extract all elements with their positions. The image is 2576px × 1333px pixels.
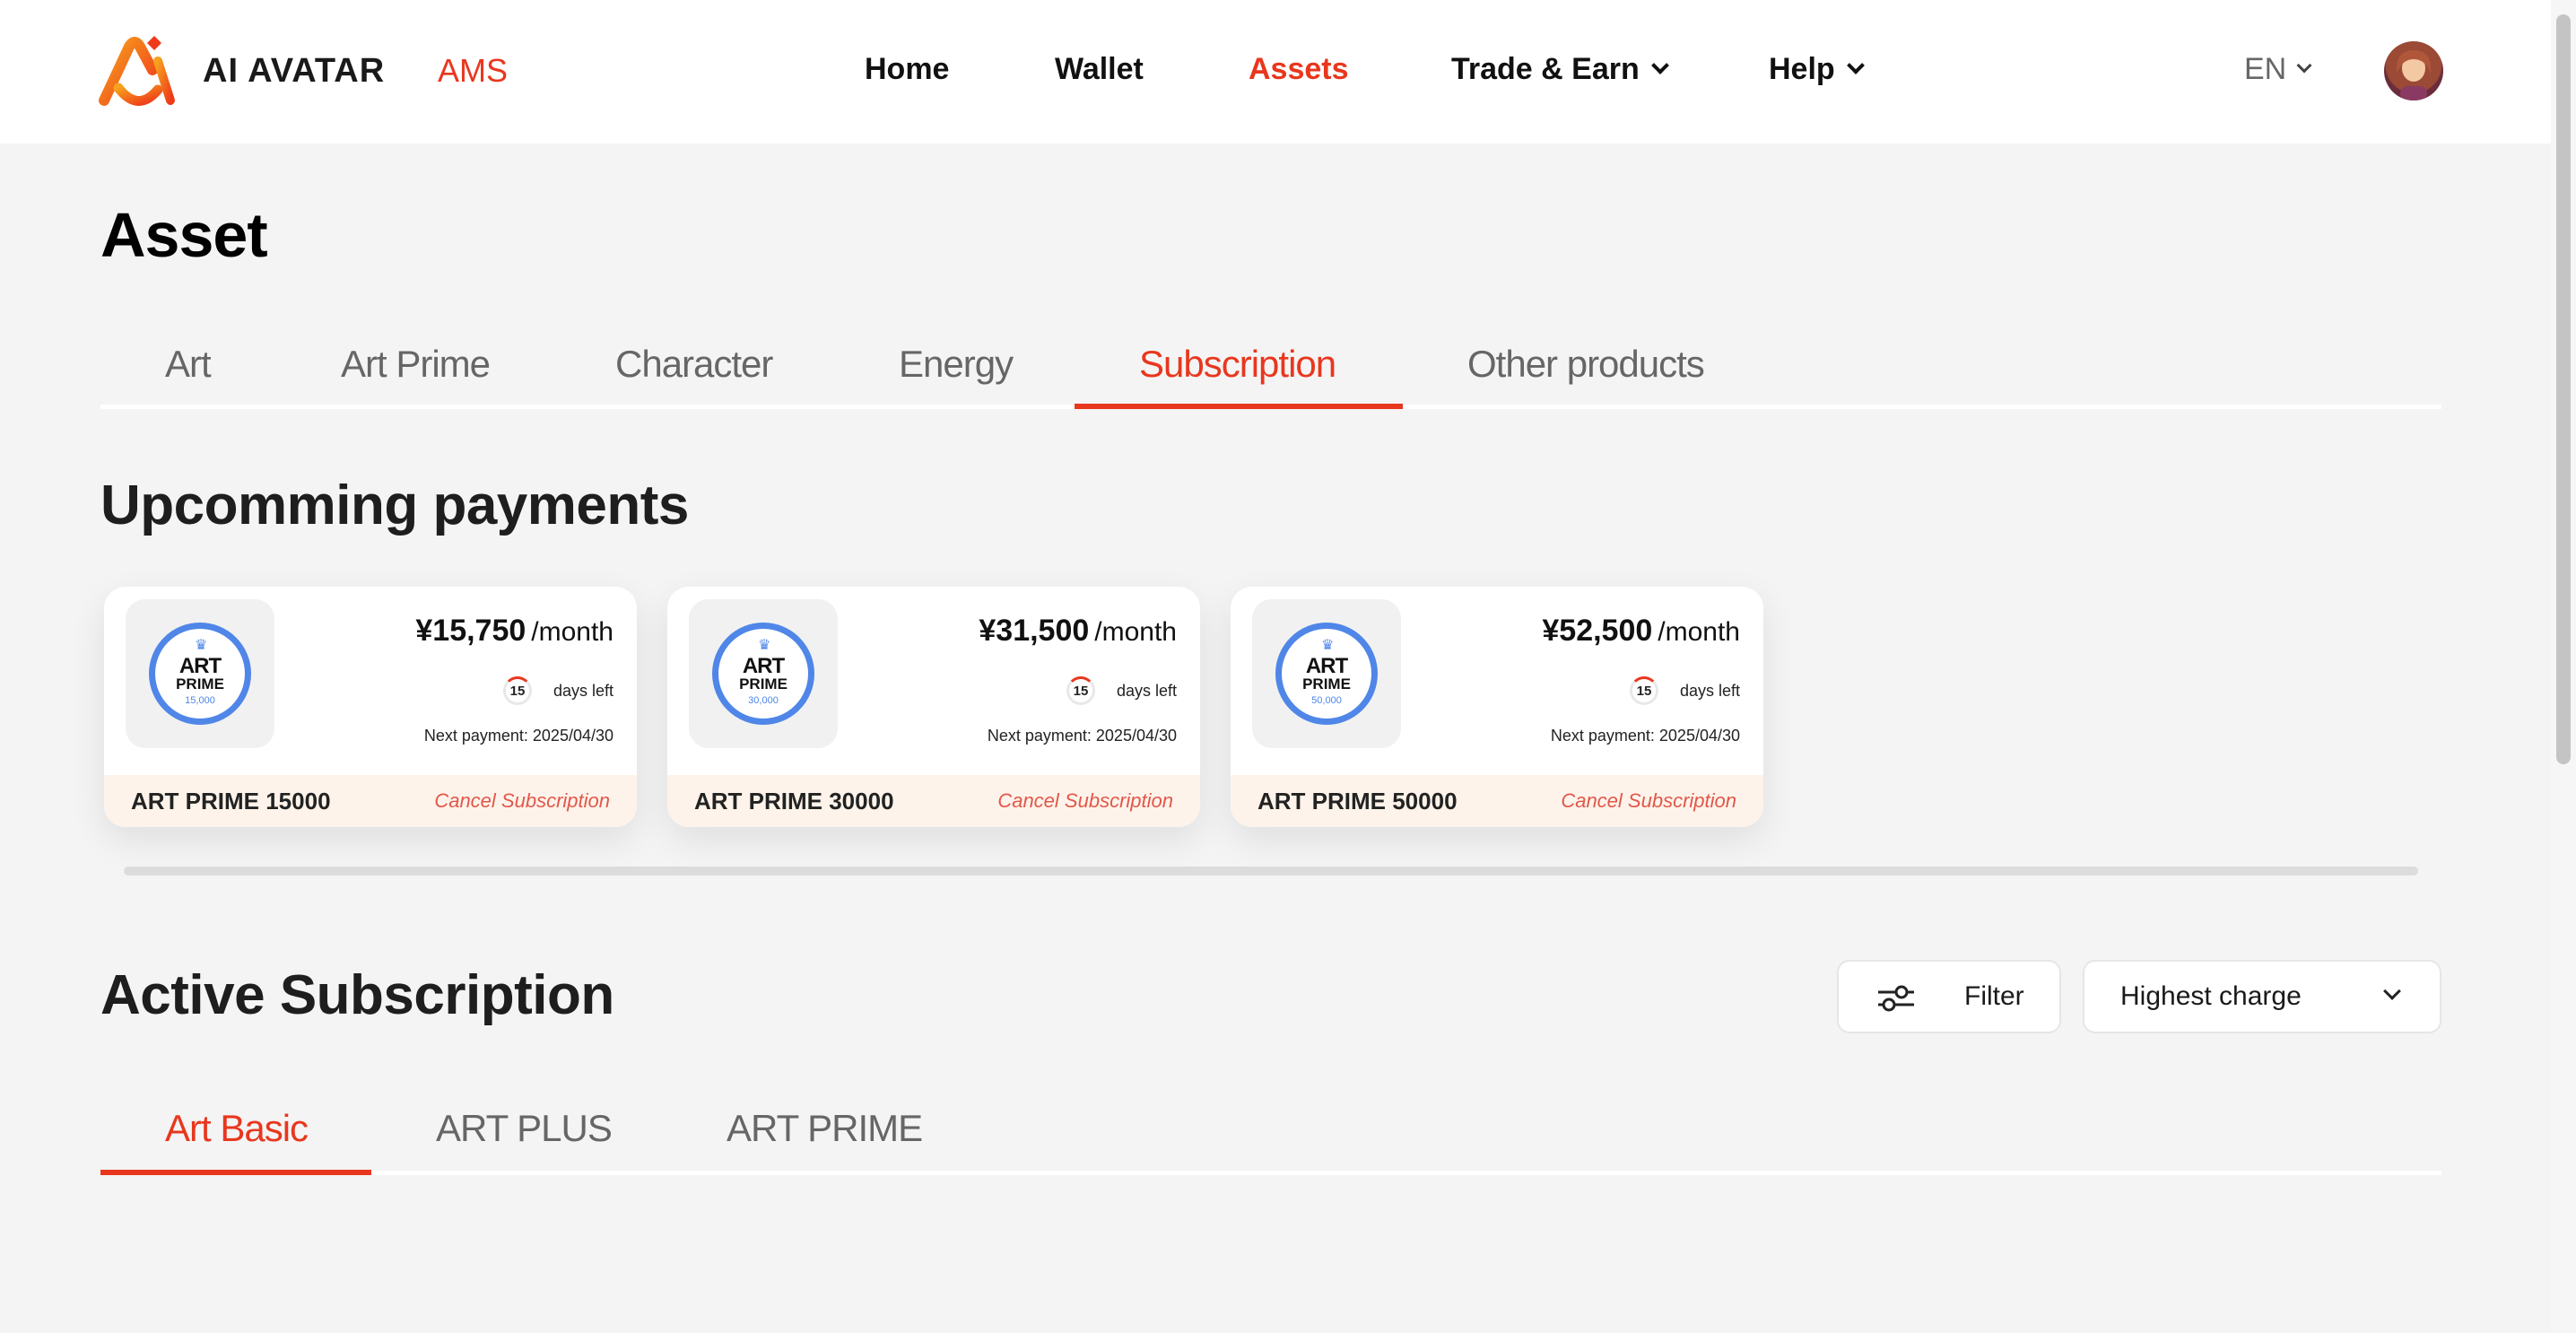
monthly-price: ¥31,500/month (979, 614, 1177, 649)
page-title: Asset (100, 200, 268, 270)
plan-name: ART PRIME 30000 (694, 788, 894, 815)
days-left-ring: 15 (502, 676, 532, 705)
tab-subscription[interactable]: Subscription (1139, 343, 1336, 386)
card-footer: ART PRIME 30000 Cancel Subscription (667, 775, 1200, 827)
subscription-card[interactable]: ♛ ART PRIME 15,000 ¥15,750/month 15 days … (104, 587, 637, 827)
active-subscription-title: Active Subscription (100, 964, 614, 1026)
brand-name[interactable]: AI AVATAR (203, 52, 385, 91)
days-left-label: days left (553, 681, 614, 700)
art-prime-badge: ♛ ART PRIME 15,000 (149, 623, 251, 725)
price-period: /month (1094, 617, 1177, 647)
upcoming-payments-carousel: ♛ ART PRIME 15,000 ¥15,750/month 15 days … (100, 581, 2432, 883)
chevron-down-icon (2383, 982, 2401, 1000)
monthly-price: ¥52,500/month (1542, 614, 1740, 649)
crown-icon: ♛ (758, 638, 771, 653)
nav-home[interactable]: Home (865, 52, 949, 87)
active-subtab-indicator (100, 1170, 371, 1175)
tab-other-products[interactable]: Other products (1467, 343, 1705, 386)
sliders-icon (1878, 985, 1914, 1012)
next-payment-date: Next payment: 2025/04/30 (1550, 727, 1740, 745)
days-left-ring: 15 (1629, 676, 1658, 705)
asset-tabs: Art Art Prime Character Energy Subscript… (100, 334, 2441, 409)
chevron-down-icon (1846, 56, 1865, 74)
price-period: /month (531, 617, 614, 647)
subtabs-divider (100, 1171, 2441, 1175)
filter-label: Filter (1964, 981, 2024, 1011)
plan-name: ART PRIME 15000 (131, 788, 331, 815)
days-left: 15 days left (1629, 676, 1740, 705)
carousel-scrollbar[interactable] (124, 867, 2418, 876)
nav-help-label: Help (1769, 52, 1835, 86)
next-payment-date: Next payment: 2025/04/30 (423, 727, 614, 745)
crown-icon: ♛ (1321, 638, 1335, 653)
nav-trade-earn-label: Trade & Earn (1451, 52, 1640, 86)
monthly-price: ¥15,750/month (415, 614, 614, 649)
subscription-type-tabs: Art Basic ART PLUS ART PRIME (100, 1096, 2441, 1175)
chevron-down-icon (2296, 57, 2312, 73)
upcoming-payments-title: Upcomming payments (100, 475, 689, 536)
sort-dropdown[interactable]: Highest charge (2083, 960, 2441, 1033)
next-payment-date: Next payment: 2025/04/30 (987, 727, 1177, 745)
brand-suffix[interactable]: AMS (438, 52, 508, 90)
days-left-ring: 15 (1066, 676, 1095, 705)
avatar-image (2396, 50, 2432, 100)
language-selector[interactable]: EN (2244, 52, 2312, 87)
card-footer: ART PRIME 50000 Cancel Subscription (1231, 775, 1763, 827)
chevron-down-icon (1650, 56, 1669, 74)
tab-art-plus[interactable]: ART PLUS (436, 1107, 613, 1150)
cancel-subscription-link[interactable]: Cancel Subscription (434, 789, 610, 813)
tab-art-prime[interactable]: Art Prime (341, 343, 491, 386)
page-scrollbar-thumb[interactable] (2556, 14, 2571, 764)
top-navbar: AI AVATAR AMS Home Wallet Assets Trade &… (0, 0, 2551, 144)
days-left: 15 days left (1066, 676, 1177, 705)
days-left-label: days left (1679, 681, 1740, 700)
tab-art-basic[interactable]: Art Basic (165, 1107, 309, 1150)
plan-thumbnail: ♛ ART PRIME 15,000 (126, 599, 274, 748)
badge-subtitle: PRIME (1302, 675, 1351, 693)
user-avatar[interactable] (2384, 41, 2443, 100)
cancel-subscription-link[interactable]: Cancel Subscription (1561, 789, 1736, 813)
plan-thumbnail: ♛ ART PRIME 30,000 (689, 599, 838, 748)
days-left: 15 days left (502, 676, 614, 705)
nav-assets[interactable]: Assets (1249, 52, 1349, 87)
art-prime-badge: ♛ ART PRIME 50,000 (1275, 623, 1378, 725)
plan-thumbnail: ♛ ART PRIME 50,000 (1252, 599, 1401, 748)
filter-button[interactable]: Filter (1837, 960, 2061, 1033)
plan-name: ART PRIME 50000 (1258, 788, 1458, 815)
subscription-card[interactable]: ♛ ART PRIME 30,000 ¥31,500/month 15 days … (667, 587, 1200, 827)
days-left-label: days left (1116, 681, 1177, 700)
nav-trade-earn[interactable]: Trade & Earn (1451, 52, 1669, 87)
nav-wallet-label: Wallet (1055, 52, 1144, 86)
price-amount: ¥31,500 (979, 614, 1090, 648)
subscription-card[interactable]: ♛ ART PRIME 50,000 ¥52,500/month 15 days … (1231, 587, 1763, 827)
tab-art[interactable]: Art (165, 343, 212, 386)
crown-icon: ♛ (195, 638, 208, 653)
language-label: EN (2244, 52, 2287, 86)
tab-character[interactable]: Character (615, 343, 773, 386)
active-tab-indicator (1075, 404, 1403, 409)
sort-value: Highest charge (2120, 981, 2302, 1011)
price-period: /month (1658, 617, 1740, 647)
badge-amount: 50,000 (1311, 695, 1342, 706)
card-footer: ART PRIME 15000 Cancel Subscription (104, 775, 637, 827)
tab-art-prime-sub[interactable]: ART PRIME (727, 1107, 923, 1150)
badge-amount: 30,000 (748, 695, 779, 706)
price-amount: ¥52,500 (1542, 614, 1653, 648)
price-amount: ¥15,750 (415, 614, 527, 648)
nav-wallet[interactable]: Wallet (1055, 52, 1144, 87)
badge-subtitle: PRIME (176, 675, 224, 693)
nav-help[interactable]: Help (1769, 52, 1865, 87)
ai-avatar-logo-icon[interactable] (99, 34, 178, 109)
nav-home-label: Home (865, 52, 950, 86)
tab-energy[interactable]: Energy (899, 343, 1014, 386)
badge-subtitle: PRIME (739, 675, 788, 693)
art-prime-badge: ♛ ART PRIME 30,000 (712, 623, 814, 725)
cancel-subscription-link[interactable]: Cancel Subscription (997, 789, 1173, 813)
badge-amount: 15,000 (185, 695, 215, 706)
nav-assets-label: Assets (1249, 52, 1349, 86)
